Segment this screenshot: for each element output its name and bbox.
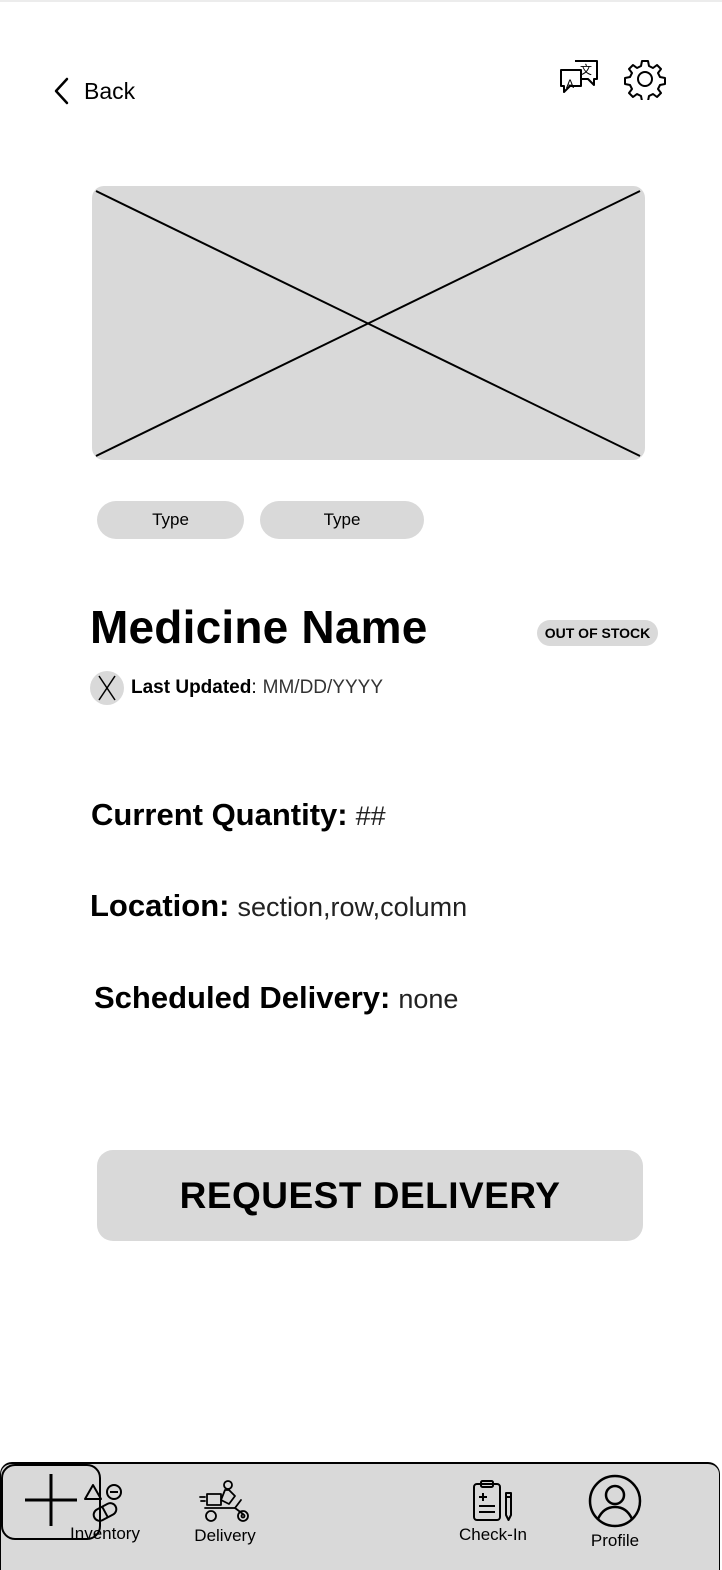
location-label: Location: (90, 888, 230, 923)
translate-icon[interactable]: A 文 (558, 58, 600, 105)
nav-item-profile[interactable]: Profile (579, 1473, 651, 1551)
current-quantity-value: ## (355, 801, 386, 831)
scheduled-delivery-value: none (398, 984, 459, 1014)
back-label: Back (84, 77, 136, 104)
current-quantity-row: Current Quantity: ## (91, 797, 386, 833)
type-chip[interactable]: Type (260, 501, 424, 539)
avatar (90, 671, 124, 705)
stock-status-badge: OUT OF STOCK (537, 620, 658, 646)
gear-icon[interactable] (624, 58, 666, 105)
nav-item-delivery[interactable]: Delivery (187, 1480, 263, 1546)
scooter-delivery-icon (199, 1480, 251, 1524)
nav-label: Profile (590, 1531, 640, 1550)
bottom-nav: Inventory Delivery Check-In Profile (0, 1462, 720, 1570)
request-delivery-button[interactable]: REQUEST DELIVERY (97, 1150, 643, 1241)
nav-label: Check-In (458, 1525, 528, 1544)
type-chip[interactable]: Type (97, 501, 244, 539)
svg-text:A: A (566, 77, 574, 91)
svg-text:文: 文 (580, 62, 592, 77)
top-edge-divider (0, 0, 722, 2)
nav-label: Delivery (194, 1526, 256, 1545)
chevron-left-icon (52, 76, 70, 106)
medicine-image-placeholder (92, 186, 645, 460)
scheduled-delivery-row: Scheduled Delivery: none (94, 980, 458, 1016)
nav-item-check-in[interactable]: Check-In (453, 1479, 533, 1545)
scheduled-delivery-label: Scheduled Delivery: (94, 980, 391, 1015)
back-button[interactable]: Back (52, 76, 135, 106)
location-row: Location: section,row,column (90, 888, 467, 924)
last-updated-colon: : (251, 677, 257, 698)
clipboard-icon (471, 1479, 515, 1523)
nav-label: Inventory (70, 1524, 140, 1543)
medicine-name: Medicine Name (90, 601, 428, 653)
location-value: section,row,column (237, 892, 468, 922)
pills-icon (83, 1482, 127, 1522)
last-updated-row: Last Updated: MM/DD/YYYY (90, 671, 383, 705)
user-circle-icon (587, 1473, 643, 1529)
last-updated-value: MM/DD/YYYY (262, 677, 383, 698)
current-quantity-label: Current Quantity: (91, 797, 348, 832)
nav-item-inventory[interactable]: Inventory (67, 1482, 143, 1544)
last-updated-label: Last Updated (131, 677, 252, 698)
